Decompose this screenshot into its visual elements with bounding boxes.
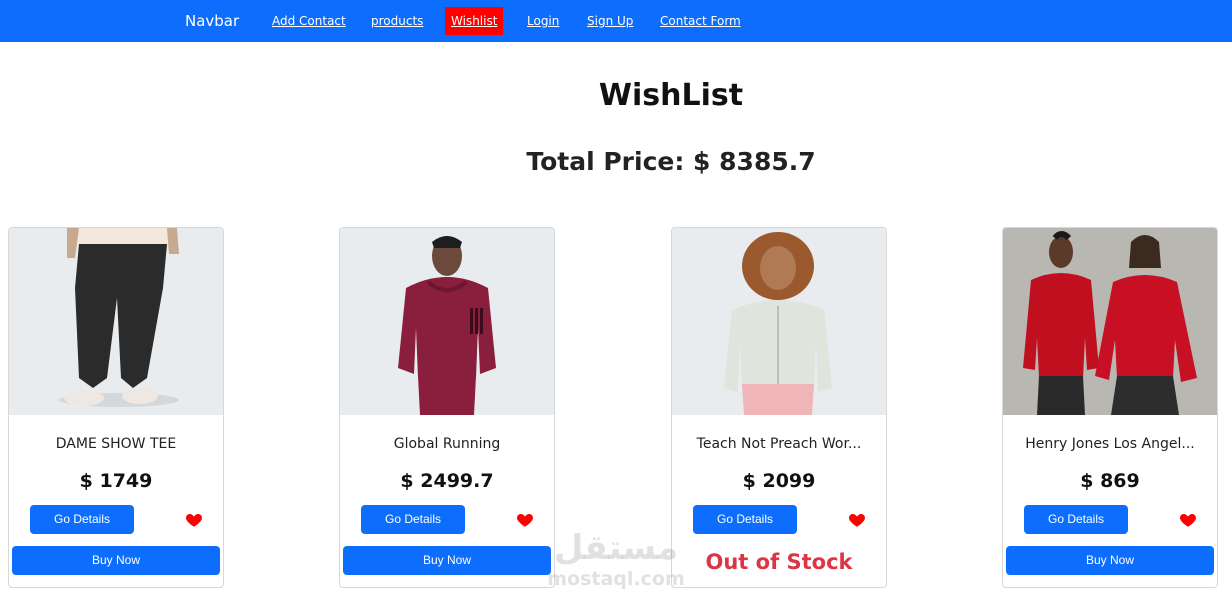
nav-link-add-contact[interactable]: Add Contact bbox=[272, 14, 346, 28]
hoodie-model-image bbox=[398, 236, 496, 415]
product-title: Henry Jones Los Angel... bbox=[1025, 436, 1195, 452]
out-of-stock-label: Out of Stock bbox=[705, 550, 853, 574]
nav-link-sign-up[interactable]: Sign Up bbox=[587, 14, 633, 28]
product-title: Global Running bbox=[393, 436, 501, 452]
product-price: $ 869 bbox=[1080, 470, 1140, 492]
product-image bbox=[9, 228, 223, 415]
watermark-latin: mostaql.com bbox=[547, 568, 685, 590]
go-details-button[interactable]: Go Details bbox=[361, 505, 465, 534]
heart-icon[interactable] bbox=[1179, 511, 1197, 529]
product-image bbox=[340, 228, 554, 415]
red-hoodies-models-image bbox=[1023, 231, 1197, 415]
buy-now-button[interactable]: Buy Now bbox=[1006, 546, 1214, 575]
product-price: $ 2499.7 bbox=[400, 470, 494, 492]
heart-icon[interactable] bbox=[516, 511, 534, 529]
nav-link-products[interactable]: products bbox=[371, 14, 423, 28]
watermark: مستقل mostaql.com bbox=[541, 528, 691, 594]
product-price: $ 1749 bbox=[79, 470, 153, 492]
navbar: Navbar Add Contact products Wishlist Log… bbox=[0, 0, 1232, 42]
product-price: $ 2099 bbox=[742, 470, 816, 492]
buy-now-button[interactable]: Buy Now bbox=[12, 546, 220, 575]
product-card: DAME SHOW TEE $ 1749 Go Details Buy Now bbox=[8, 227, 224, 588]
product-card: Global Running $ 2499.7 Go Details Buy N… bbox=[339, 227, 555, 588]
product-card: Henry Jones Los Angel... $ 869 Go Detail… bbox=[1002, 227, 1218, 588]
total-price: Total Price: $ 8385.7 bbox=[526, 147, 816, 176]
product-title: Teach Not Preach Wor... bbox=[696, 436, 862, 452]
nav-link-wishlist[interactable]: Wishlist bbox=[445, 7, 504, 35]
page-title: WishList bbox=[598, 78, 744, 113]
go-details-button[interactable]: Go Details bbox=[30, 505, 134, 534]
product-title: DAME SHOW TEE bbox=[55, 436, 177, 452]
nav-link-contact-form[interactable]: Contact Form bbox=[660, 14, 741, 28]
go-details-button[interactable]: Go Details bbox=[1024, 505, 1128, 534]
navbar-brand[interactable]: Navbar bbox=[185, 12, 239, 30]
product-image bbox=[1003, 228, 1217, 415]
heart-icon[interactable] bbox=[848, 511, 866, 529]
heart-icon[interactable] bbox=[185, 511, 203, 529]
watermark-arabic: مستقل bbox=[553, 528, 679, 568]
go-details-button[interactable]: Go Details bbox=[693, 505, 797, 534]
nav-link-login[interactable]: Login bbox=[527, 14, 559, 28]
zip-hoodie-model-image bbox=[724, 232, 832, 415]
product-card: Teach Not Preach Wor... $ 2099 Go Detail… bbox=[671, 227, 887, 588]
product-image bbox=[672, 228, 886, 415]
pants-model-image bbox=[59, 228, 179, 407]
buy-now-button[interactable]: Buy Now bbox=[343, 546, 551, 575]
